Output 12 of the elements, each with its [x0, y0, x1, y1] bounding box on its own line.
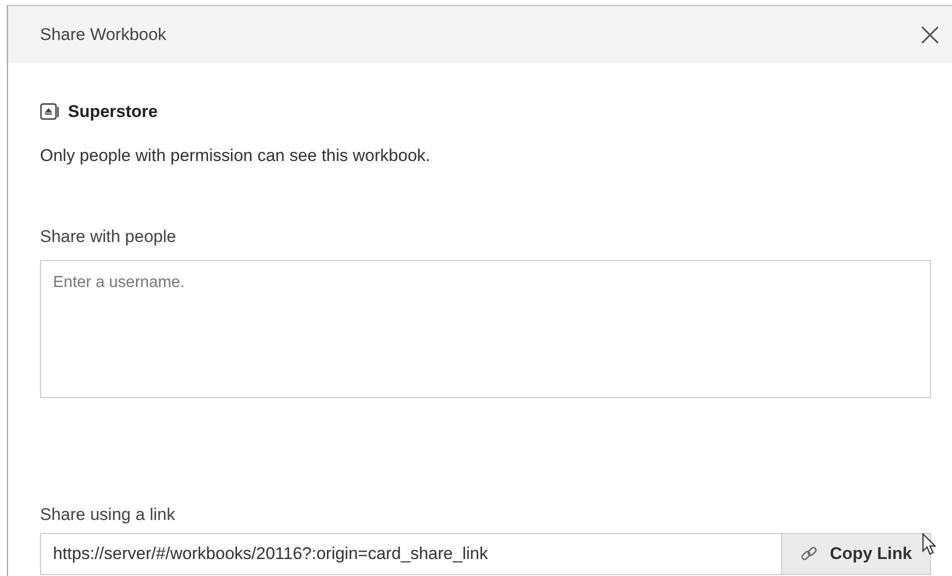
share-with-people-label: Share with people	[40, 226, 178, 248]
workbook-icon	[40, 102, 60, 121]
link-icon	[800, 545, 818, 563]
workbook-name: Superstore	[68, 101, 158, 123]
permission-text: Only people with permission can see this workbook.	[40, 144, 432, 166]
close-icon	[920, 24, 940, 44]
share-link-label: Share using a link	[40, 504, 176, 526]
link-field[interactable]: https://server/#/workbooks/20116?:origin=card_share_link	[40, 533, 781, 575]
copy-link-button[interactable]: Copy Link	[780, 533, 931, 575]
mouse-pointer-icon	[922, 533, 936, 555]
username-field[interactable]: Enter a username.	[40, 260, 931, 398]
dialog-title: Share Workbook	[40, 24, 166, 46]
